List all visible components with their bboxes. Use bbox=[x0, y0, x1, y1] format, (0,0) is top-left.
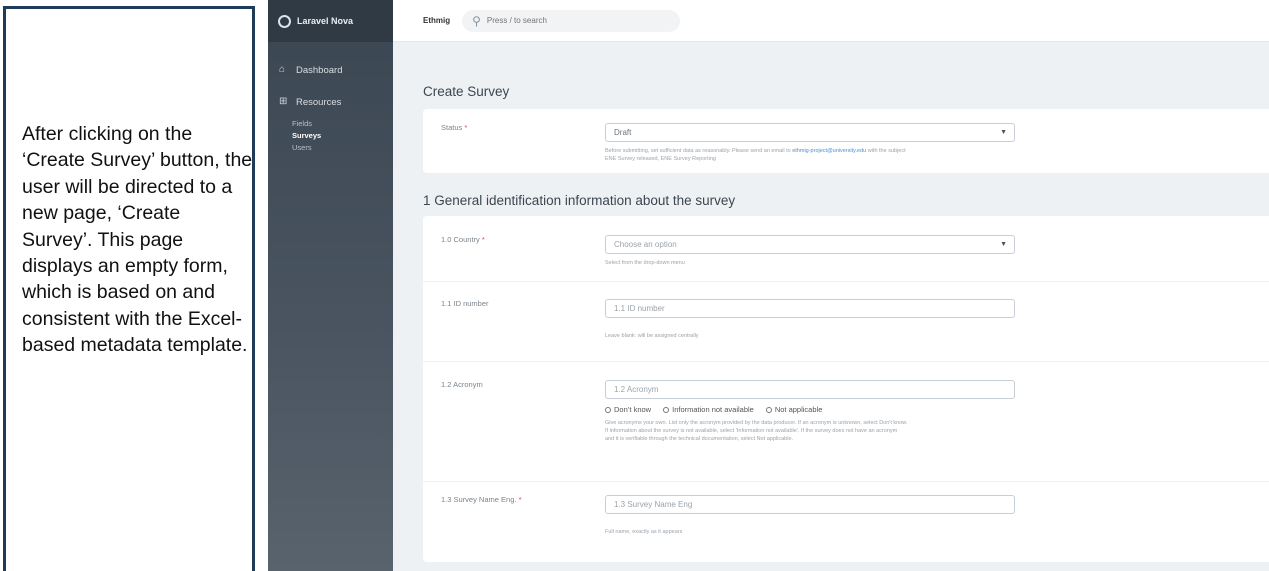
section1-card: 1.0 Country * Choose an option ▼ Select … bbox=[423, 216, 1269, 562]
brand[interactable]: Laravel Nova bbox=[268, 0, 393, 42]
search-icon: ⚲ bbox=[472, 13, 481, 28]
status-help: Before submitting, set sufficient data a… bbox=[605, 148, 906, 162]
acronym-help: Give acronyms your own. List only the ac… bbox=[605, 420, 908, 442]
id-help: Leave blank: will be assigned centrally bbox=[605, 333, 699, 339]
sidebar-item-fields[interactable]: Fields bbox=[268, 118, 393, 130]
chevron-down-icon: ▼ bbox=[1000, 129, 1007, 136]
sidebar: Laravel Nova ⌂ Dashboard ⊞ Resources Fie… bbox=[268, 0, 393, 571]
chevron-down-icon: ▼ bbox=[1000, 241, 1007, 248]
status-card: Status * Draft ▼ Before submitting, set … bbox=[423, 109, 1269, 173]
grid-icon: ⊞ bbox=[279, 96, 288, 107]
annotation-box: After clicking on the ‘Create Survey’ bu… bbox=[3, 6, 255, 571]
app-window: Laravel Nova ⌂ Dashboard ⊞ Resources Fie… bbox=[268, 0, 1269, 571]
form-row-acronym: 1.2 Acronym 1.2 Acronym Don’t know Infor… bbox=[423, 362, 1269, 482]
search-input[interactable] bbox=[486, 16, 667, 25]
country-select[interactable]: Choose an option ▼ bbox=[605, 235, 1015, 254]
form-row-survey-name: 1.3 Survey Name Eng. * 1.3 Survey Name E… bbox=[423, 482, 1269, 562]
radio-not-applicable[interactable]: Not applicable bbox=[765, 405, 822, 414]
radio-info-not-available[interactable]: Information not available bbox=[663, 405, 754, 414]
status-label: Status * bbox=[441, 123, 468, 132]
section-title: 1 General identification information abo… bbox=[423, 193, 736, 208]
radio-circle-icon bbox=[765, 406, 772, 413]
annotation-text: After clicking on the ‘Create Survey’ bu… bbox=[22, 123, 253, 357]
sidebar-item-dashboard[interactable]: ⌂ Dashboard bbox=[268, 62, 393, 78]
main-content: Create Survey Status * Draft ▼ Before su… bbox=[393, 42, 1269, 571]
radio-circle-icon bbox=[605, 406, 611, 413]
topbar: Ethmig ⚲ bbox=[393, 0, 1269, 42]
sidebar-item-resources[interactable]: ⊞ Resources bbox=[268, 94, 393, 110]
status-row: Status * Draft ▼ Before submitting, set … bbox=[423, 109, 1269, 173]
app-name[interactable]: Ethmig bbox=[423, 16, 450, 25]
brand-name: Laravel Nova bbox=[297, 16, 354, 26]
country-help: Select from the drop-down menu bbox=[605, 260, 685, 266]
survey-name-help: Full name, exactly as it appears bbox=[605, 529, 683, 535]
help-email-link[interactable]: ethmig-project@university.edu bbox=[792, 148, 866, 154]
survey-name-input[interactable]: 1.3 Survey Name Eng bbox=[605, 495, 1015, 514]
home-icon: ⌂ bbox=[279, 64, 286, 75]
id-number-input[interactable]: 1.1 ID number bbox=[605, 299, 1015, 318]
acronym-options: Don’t know Information not available Not… bbox=[605, 405, 1269, 414]
form-row-id: 1.1 ID number 1.1 ID number Leave blank:… bbox=[423, 282, 1269, 362]
radio-circle-icon bbox=[663, 406, 670, 413]
sidebar-item-label: Dashboard bbox=[296, 64, 343, 76]
sidebar-item-label: Resources bbox=[296, 96, 342, 108]
sidebar-item-users[interactable]: Users bbox=[268, 142, 393, 154]
page-title: Create Survey bbox=[423, 84, 510, 99]
sidebar-item-surveys[interactable]: Surveys bbox=[268, 130, 393, 142]
form-row-country: 1.0 Country * Choose an option ▼ Select … bbox=[423, 216, 1269, 282]
nova-logo-icon bbox=[278, 14, 291, 28]
status-field: Draft ▼ Before submitting, set sufficien… bbox=[605, 123, 1269, 173]
acronym-input[interactable]: 1.2 Acronym bbox=[605, 380, 1015, 399]
search-box[interactable]: ⚲ bbox=[462, 9, 681, 32]
radio-dont-know[interactable]: Don’t know bbox=[605, 405, 651, 414]
status-select[interactable]: Draft ▼ bbox=[605, 123, 1015, 142]
screenshot-root: After clicking on the ‘Create Survey’ bu… bbox=[0, 0, 1269, 571]
